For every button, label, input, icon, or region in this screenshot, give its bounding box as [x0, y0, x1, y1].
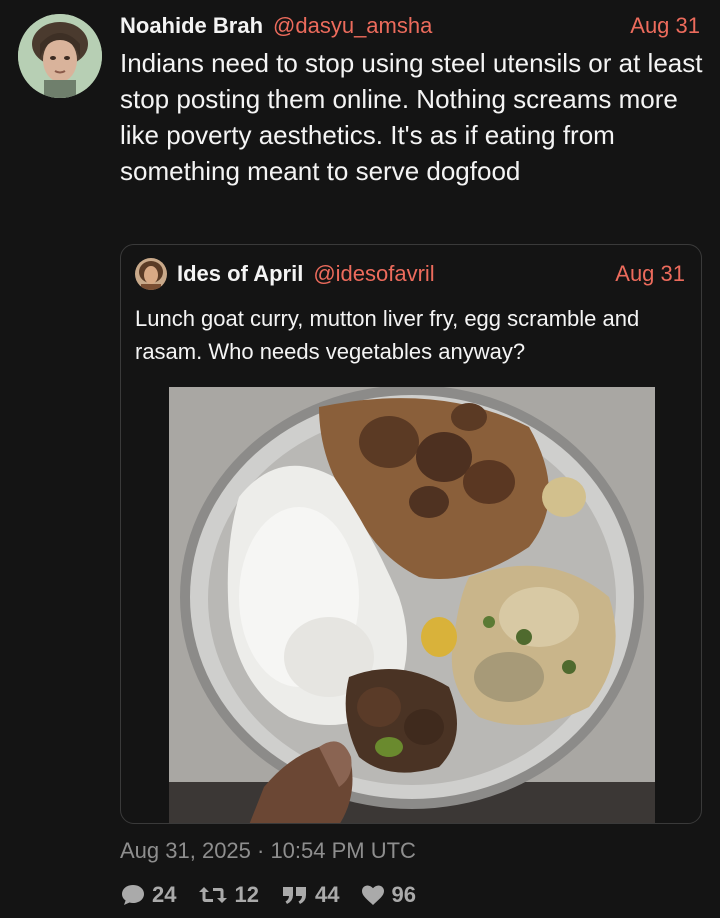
quote-stat[interactable]: 44	[281, 882, 339, 908]
heart-icon	[362, 885, 385, 905]
tweet-text: Indians need to stop using steel utensil…	[120, 48, 703, 186]
reply-stat[interactable]: 24	[120, 882, 176, 908]
tweet-stats: 24 12 44 96	[120, 880, 438, 910]
author-handle[interactable]: @dasyu_amsha	[273, 13, 432, 39]
tweet: Noahide Brah @dasyu_amsha Aug 31 Indians…	[0, 0, 720, 918]
quote-icon	[282, 887, 306, 904]
quoted-author-display-name: Ides of April	[177, 261, 304, 286]
quoted-tweet-text: Lunch goat curry, mutton liver fry, egg …	[135, 306, 640, 364]
quoted-author-handle: @idesofavril	[313, 261, 435, 286]
quoted-tweet-date: Aug 31	[615, 261, 685, 286]
quoted-tweet[interactable]: Ides of April @idesofavril Aug 31 Lunch …	[120, 244, 702, 824]
reply-count: 24	[152, 882, 177, 907]
tweet-timestamp[interactable]: Aug 31, 2025 · 10:54 PM UTC	[120, 838, 416, 864]
like-count: 96	[391, 882, 416, 907]
retweet-stat[interactable]: 12	[198, 882, 259, 908]
tweet-header: Noahide Brah @dasyu_amsha Aug 31	[120, 10, 700, 42]
speech-bubble-icon	[122, 885, 144, 905]
retweet-icon	[199, 887, 228, 903]
like-stat[interactable]: 96	[361, 882, 416, 908]
quoted-tweet-header: Ides of April @idesofavril Aug 31	[135, 257, 685, 291]
quote-count: 44	[314, 882, 340, 907]
author-display-name[interactable]: Noahide Brah	[120, 13, 263, 39]
quoted-author-avatar	[135, 258, 167, 290]
tweet-date[interactable]: Aug 31	[630, 13, 700, 39]
retweet-count: 12	[234, 882, 259, 907]
author-avatar[interactable]	[18, 14, 102, 98]
quoted-tweet-photo[interactable]	[169, 387, 655, 823]
